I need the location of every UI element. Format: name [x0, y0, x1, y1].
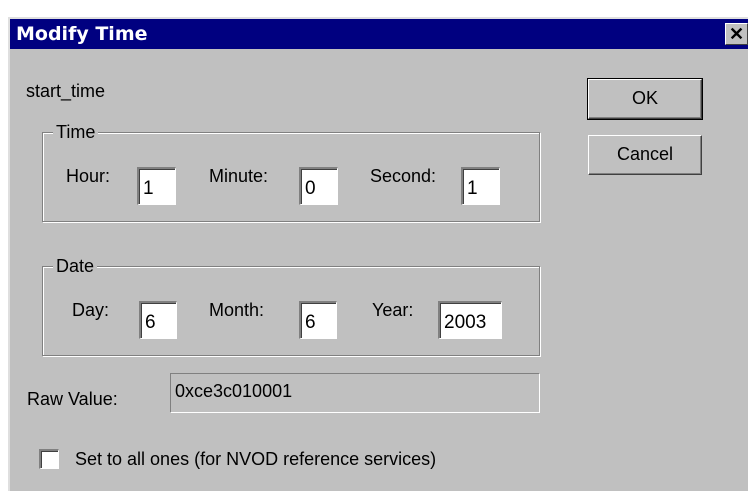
- minute-label: Minute:: [209, 166, 269, 186]
- year-input[interactable]: 2003: [438, 301, 502, 339]
- second-label: Second:: [370, 166, 437, 186]
- month-label: Month:: [209, 300, 265, 320]
- raw-value-field: 0xce3c010001: [170, 373, 540, 413]
- day-input[interactable]: 6: [139, 301, 177, 339]
- ok-button[interactable]: OK: [587, 78, 703, 120]
- modify-time-dialog: Modify Time ✕ start_time Time Hour: 1 Mi…: [8, 17, 748, 491]
- second-input[interactable]: 1: [461, 167, 500, 205]
- day-label: Day:: [72, 300, 110, 320]
- minute-input[interactable]: 0: [299, 167, 338, 205]
- raw-value-label: Raw Value:: [27, 389, 118, 409]
- cancel-button[interactable]: Cancel: [588, 135, 702, 175]
- date-group-legend: Date: [53, 255, 98, 277]
- close-icon: ✕: [728, 24, 745, 44]
- close-button[interactable]: ✕: [725, 23, 748, 45]
- month-input[interactable]: 6: [299, 301, 337, 339]
- hour-label: Hour:: [66, 166, 111, 186]
- all-ones-checkbox[interactable]: [39, 449, 59, 469]
- title-bar[interactable]: Modify Time ✕: [10, 19, 748, 49]
- field-name-label: start_time: [26, 81, 106, 101]
- hour-input[interactable]: 1: [137, 167, 176, 205]
- window-title: Modify Time: [16, 23, 148, 45]
- year-label: Year:: [372, 300, 414, 320]
- time-group-legend: Time: [53, 121, 99, 143]
- all-ones-label[interactable]: Set to all ones (for NVOD reference serv…: [75, 448, 436, 470]
